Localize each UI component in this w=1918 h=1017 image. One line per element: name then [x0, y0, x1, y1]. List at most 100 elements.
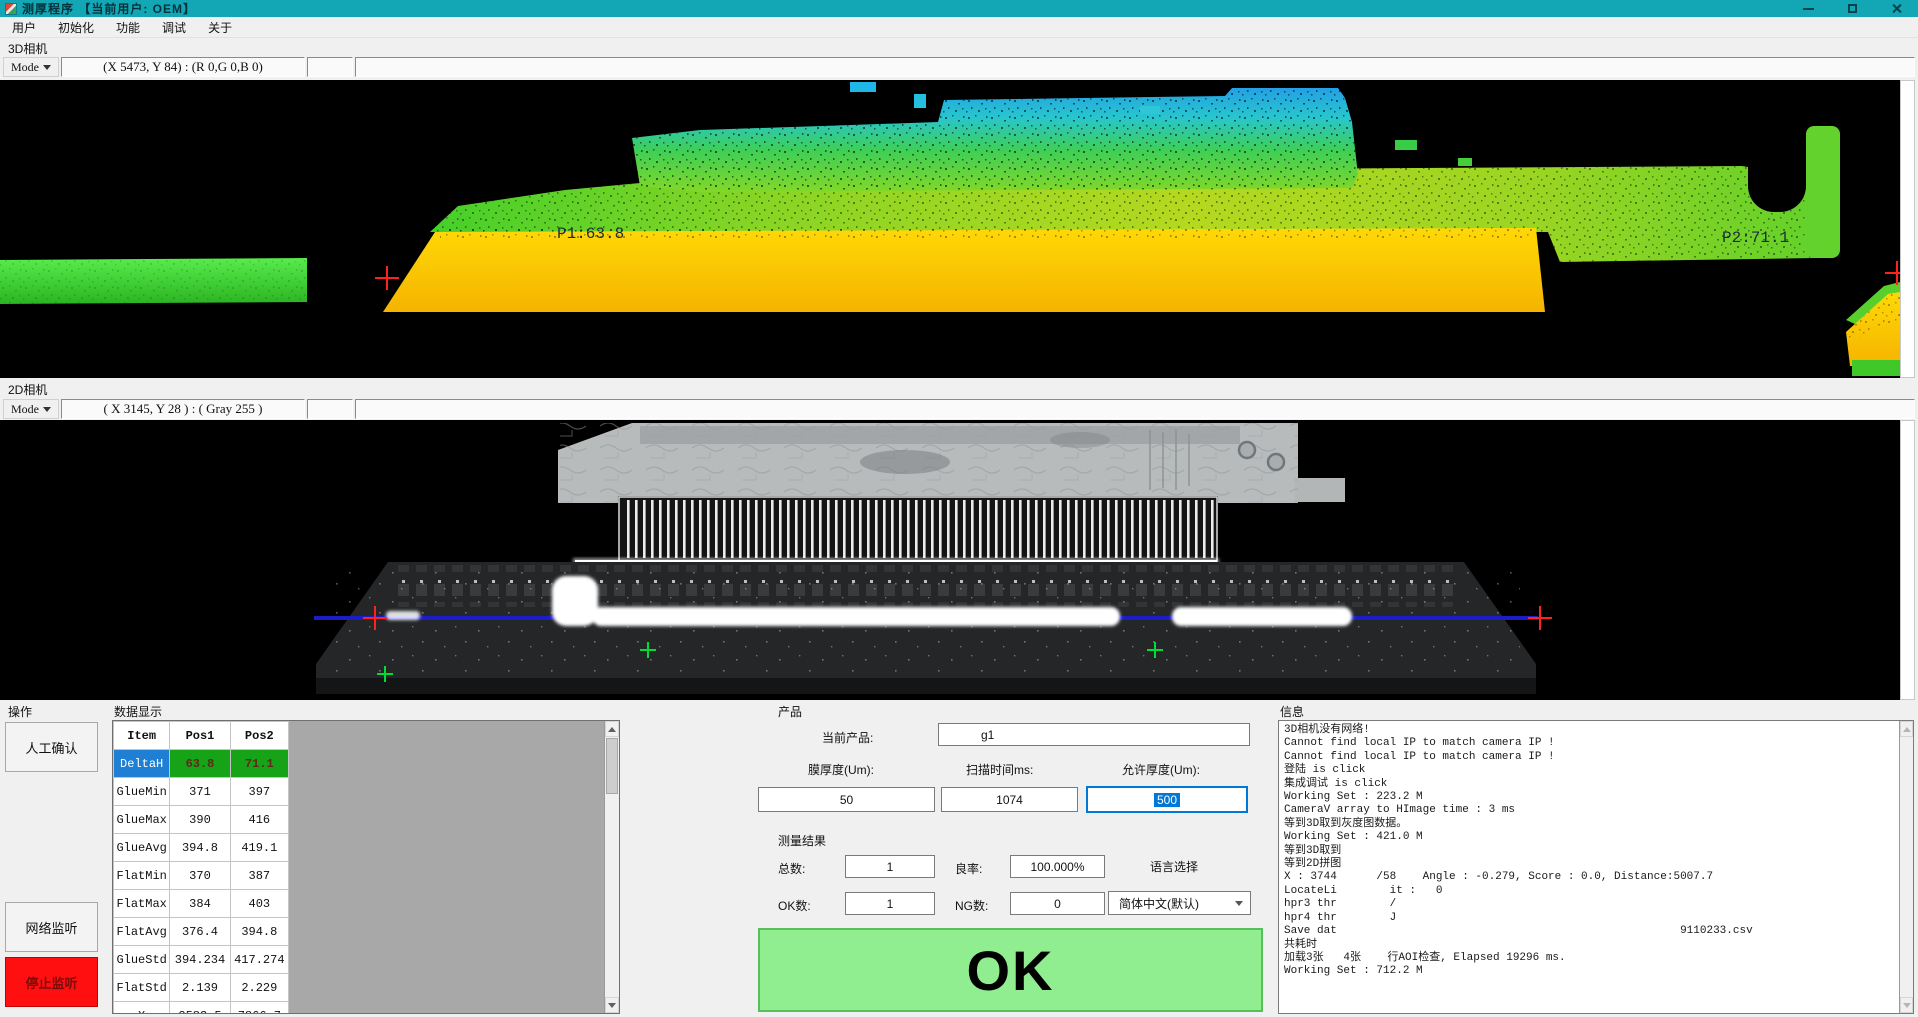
log-line: CameraV array to HImage time : 3 ms: [1284, 804, 1897, 817]
allow-thickness-label: 允许厚度(Um):: [1122, 761, 1200, 778]
minimize-icon: [1803, 8, 1814, 10]
p1-measurement-label: P1:63.8: [557, 225, 624, 243]
close-button[interactable]: [1874, 0, 1918, 17]
chevron-down-icon: [43, 407, 51, 412]
film-thickness-input[interactable]: 50: [758, 787, 935, 812]
data-display-label: 数据显示: [114, 703, 162, 720]
table-row[interactable]: GlueStd 394.234 417.274: [114, 946, 289, 974]
camera-3d-modebar: Mode (X 5473, Y 84) : (R 0,G 0,B 0): [0, 56, 1918, 78]
application-window: 测厚程序 【当前用户: OEM】 用户 初始化 功能 调试 关于 3D相机 Mo…: [0, 0, 1918, 1017]
table-row[interactable]: GlueMax 390 416: [114, 806, 289, 834]
menu-debug[interactable]: 调试: [152, 17, 196, 38]
log-line: hpr3 thr /: [1284, 898, 1897, 911]
scroll-up-icon[interactable]: [1900, 721, 1913, 737]
table-row[interactable]: GlueAvg 394.8 419.1: [114, 834, 289, 862]
ng-count-input[interactable]: 0: [1010, 892, 1105, 915]
result-status-panel: OK: [758, 928, 1263, 1012]
data-display-grid: Item Pos1 Pos2 DeltaH 63.8 71.1 GlueMin …: [112, 720, 620, 1014]
log-line: LocateLi it : 0: [1284, 885, 1897, 898]
menu-about[interactable]: 关于: [198, 17, 242, 38]
maximize-button[interactable]: [1830, 0, 1874, 17]
log-line: 集成调试 is click: [1284, 778, 1897, 791]
camera-2d-mode-button[interactable]: Mode: [3, 399, 59, 419]
camera-3d-right-gutter: [1900, 80, 1915, 378]
log-scrollbar[interactable]: [1899, 721, 1913, 1013]
current-product-input[interactable]: g1: [938, 723, 1250, 746]
ng-count-label: NG数:: [955, 897, 988, 914]
app-icon: [5, 3, 17, 15]
info-log[interactable]: 3D相机没有网络! Cannot find local IP to match …: [1278, 720, 1914, 1014]
fixture-base: [316, 562, 1536, 694]
log-line: 加载3张 4张 行AOI检查, Elapsed 19296 ms.: [1284, 952, 1897, 965]
col-pos1[interactable]: Pos1: [170, 722, 230, 750]
camera-3d-view: P1:63.8 P2:71.1: [0, 80, 1900, 378]
menu-user[interactable]: 用户: [2, 17, 46, 38]
language-select-label: 语言选择: [1150, 858, 1198, 875]
camera-2d-status-cell: [307, 399, 353, 419]
menu-function[interactable]: 功能: [106, 17, 150, 38]
ok-count-input[interactable]: 1: [845, 892, 935, 915]
table-row[interactable]: FlatMin 370 387: [114, 862, 289, 890]
camera-3d-pixel-readout: (X 5473, Y 84) : (R 0,G 0,B 0): [61, 57, 305, 77]
close-icon: [1891, 3, 1902, 14]
ok-count-label: OK数:: [778, 897, 811, 914]
camera-2d-view: [0, 420, 1900, 700]
log-line: hpr4 thr J: [1284, 912, 1897, 925]
table-row[interactable]: FlatStd 2.139 2.229: [114, 974, 289, 1002]
log-line: Working Set : 712.2 M: [1284, 965, 1897, 978]
menubar: 用户 初始化 功能 调试 关于: [0, 17, 1918, 38]
language-select[interactable]: 简体中文(默认): [1108, 891, 1251, 915]
log-line: 等到3D取到灰度图数据。: [1284, 818, 1897, 831]
log-line: Working Set : 421.0 M: [1284, 831, 1897, 844]
camera-2d-right-gutter: [1900, 420, 1915, 700]
titlebar: 测厚程序 【当前用户: OEM】: [0, 0, 1918, 17]
table-row[interactable]: GlueMin 371 397: [114, 778, 289, 806]
network-listen-button[interactable]: 网络监听: [5, 902, 98, 952]
allow-thickness-input[interactable]: 500: [1086, 786, 1248, 813]
scroll-down-icon[interactable]: [1900, 997, 1913, 1013]
camera-2d-modebar: Mode ( X 3145, Y 28 ) : ( Gray 255 ): [0, 398, 1918, 420]
scroll-up-icon[interactable]: [605, 721, 619, 737]
log-line: 登陆 is click: [1284, 764, 1897, 777]
table-row[interactable]: X 2583.5 7866.7: [114, 1002, 289, 1015]
table-row[interactable]: FlatMax 384 403: [114, 890, 289, 918]
col-pos2[interactable]: Pos2: [230, 722, 288, 750]
film-thickness-label: 膜厚度(Um):: [808, 761, 874, 778]
table-header-row: Item Pos1 Pos2: [114, 722, 289, 750]
log-line: 等到3D取到: [1284, 845, 1897, 858]
info-label: 信息: [1280, 703, 1304, 720]
camera-2d-label: 2D相机: [8, 381, 47, 398]
menu-init[interactable]: 初始化: [48, 17, 104, 38]
pcb-piece: [558, 423, 1345, 503]
manual-confirm-button[interactable]: 人工确认: [5, 722, 98, 772]
log-line: 3D相机没有网络!: [1284, 724, 1897, 737]
table-row[interactable]: DeltaH 63.8 71.1: [114, 750, 289, 778]
measure-result-label: 测量结果: [778, 832, 826, 849]
total-count-label: 总数:: [778, 860, 805, 877]
connector-pins: [618, 496, 1218, 562]
current-product-label: 当前产品:: [822, 729, 873, 746]
chevron-down-icon: [1235, 901, 1243, 906]
camera-3d-label: 3D相机: [8, 40, 47, 57]
col-item[interactable]: Item: [114, 722, 170, 750]
table-scrollbar[interactable]: [604, 721, 619, 1013]
scan-time-label: 扫描时间ms:: [966, 761, 1033, 778]
yield-label: 良率:: [955, 860, 982, 877]
log-line: Save dat 9110233.csv: [1284, 925, 1897, 938]
total-count-input[interactable]: 1: [845, 855, 935, 878]
scan-time-input[interactable]: 1074: [941, 787, 1078, 812]
stop-listen-button[interactable]: 停止监听: [5, 957, 98, 1007]
log-line: Cannot find local IP to match camera IP …: [1284, 751, 1897, 764]
yield-input[interactable]: 100.000%: [1010, 855, 1105, 878]
minimize-button[interactable]: [1786, 0, 1830, 17]
log-line: X : 3744 /58 Angle : -0.279, Score : 0.0…: [1284, 871, 1897, 884]
camera-3d-mode-button[interactable]: Mode: [3, 57, 59, 77]
table-row[interactable]: FlatAvg 376.4 394.8: [114, 918, 289, 946]
window-title: 测厚程序 【当前用户: OEM】: [22, 0, 196, 17]
scrollbar-thumb[interactable]: [606, 738, 618, 794]
p2-measurement-label: P2:71.1: [1722, 229, 1789, 247]
camera-3d-status-cell: [307, 57, 353, 77]
height-map-left-strip: [0, 258, 307, 304]
log-line: Working Set : 223.2 M: [1284, 791, 1897, 804]
scroll-down-icon[interactable]: [605, 997, 619, 1013]
